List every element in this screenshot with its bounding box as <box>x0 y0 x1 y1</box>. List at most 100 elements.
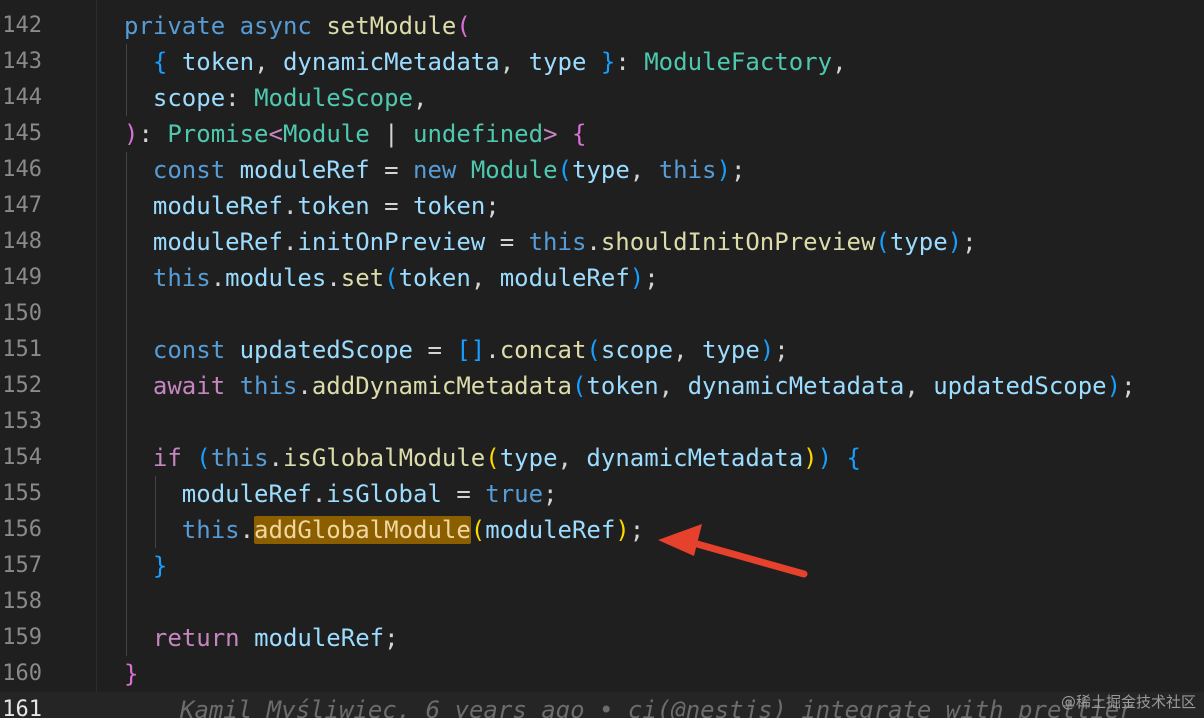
code-line[interactable]: 153 <box>0 404 1204 440</box>
code-line[interactable]: 155 moduleRef.isGlobal = true; <box>0 476 1204 512</box>
code-text[interactable]: return moduleRef; <box>124 620 399 656</box>
code-text[interactable]: } <box>124 656 138 692</box>
code-token: dynamicMetadata <box>586 444 804 472</box>
code-token: new <box>413 156 457 184</box>
code-line[interactable]: 143 { token, dynamicMetadata, type }: Mo… <box>0 44 1204 80</box>
code-token: ; <box>384 624 399 652</box>
code-token: ( <box>875 228 890 256</box>
code-line[interactable]: 151 const updatedScope = [].concat(scope… <box>0 332 1204 368</box>
code-token: } <box>600 48 616 76</box>
code-token: ) <box>803 444 818 472</box>
line-number: 154 <box>2 445 42 470</box>
code-token: moduleRef <box>239 156 370 184</box>
code-line[interactable]: 158 <box>0 584 1204 620</box>
code-token: ; <box>543 480 558 508</box>
code-text[interactable]: } <box>124 548 167 584</box>
code-token: ( <box>470 516 486 544</box>
code-token: = <box>441 480 486 508</box>
code-text[interactable]: private async setModule( <box>124 8 471 44</box>
code-line[interactable]: 157 } <box>0 548 1204 584</box>
code-text[interactable]: await this.addDynamicMetadata(token, dyn… <box>124 368 1136 404</box>
code-token: [] <box>456 336 486 364</box>
indent-guide <box>154 476 156 548</box>
code-token: ) <box>615 516 630 544</box>
code-token: } <box>124 660 139 688</box>
code-token: token <box>297 192 370 220</box>
code-line[interactable]: 160} <box>0 656 1204 692</box>
line-number: 143 <box>2 49 42 74</box>
line-number: 151 <box>2 337 42 362</box>
code-text[interactable]: this.modules.set(token, moduleRef); <box>124 260 659 296</box>
code-token: , <box>832 48 847 76</box>
code-token: moduleRef <box>499 264 630 292</box>
code-line[interactable]: 147 moduleRef.token = token; <box>0 188 1204 224</box>
code-token: { <box>846 444 861 472</box>
code-token: ) <box>124 120 139 148</box>
code-line[interactable]: 145): Promise<Module | undefined> { <box>0 116 1204 152</box>
code-token: ( <box>196 444 211 472</box>
code-token: , <box>499 48 529 76</box>
code-token: isGlobal <box>326 480 442 508</box>
code-line[interactable]: 142 private async setModule( <box>0 8 1204 44</box>
code-token: ; <box>730 156 746 184</box>
code-line[interactable]: 150 <box>0 296 1204 332</box>
code-line[interactable]: 148 moduleRef.initOnPreview = this.shoul… <box>0 224 1204 260</box>
code-token: , <box>470 264 500 292</box>
code-line[interactable]: 144 scope: ModuleScope, <box>0 80 1204 116</box>
code-token: . <box>326 264 341 292</box>
code-line[interactable]: 161 Kamil Myśliwiec, 6 years ago • ci(@ne… <box>0 692 1204 718</box>
code-token: isGlobalModule <box>282 444 486 472</box>
code-text[interactable]: moduleRef.isGlobal = true; <box>124 476 558 512</box>
code-token: setModule <box>326 12 457 40</box>
code-token: : <box>225 84 255 112</box>
code-token: initOnPreview <box>297 228 486 256</box>
code-text[interactable]: { token, dynamicMetadata, type }: Module… <box>124 44 847 80</box>
code-token: = <box>369 192 414 220</box>
code-text[interactable]: const moduleRef = new Module(type, this)… <box>124 152 745 188</box>
code-token: Promise <box>167 120 269 148</box>
code-token: modules <box>225 264 327 292</box>
code-token: type <box>889 228 948 256</box>
code-token: , <box>254 48 283 76</box>
code-line[interactable]: 149 this.modules.set(token, moduleRef); <box>0 260 1204 296</box>
code-text[interactable]: ): Promise<Module | undefined> { <box>124 116 586 152</box>
code-token: addDynamicMetadata <box>311 372 572 400</box>
code-token: , <box>658 372 688 400</box>
code-editor[interactable]: 142 private async setModule(143 { token, … <box>0 0 1204 718</box>
code-text[interactable]: moduleRef.token = token; <box>124 188 500 224</box>
code-token: token <box>181 48 255 76</box>
code-token: scope <box>600 336 674 364</box>
code-text[interactable]: this.addGlobalModule(moduleRef); <box>124 512 644 548</box>
code-line[interactable]: 159 return moduleRef; <box>0 620 1204 656</box>
code-text[interactable]: scope: ModuleScope, <box>124 80 428 116</box>
code-token: moduleRef <box>485 516 616 544</box>
code-token: : <box>615 48 645 76</box>
code-token: async <box>239 12 312 40</box>
code-text[interactable]: if (this.isGlobalModule(type, dynamicMet… <box>124 440 861 476</box>
code-line[interactable]: 154 if (this.isGlobalModule(type, dynami… <box>0 440 1204 476</box>
code-text[interactable]: moduleRef.initOnPreview = this.shouldIni… <box>124 224 977 260</box>
code-line[interactable]: 156 this.addGlobalModule(moduleRef); <box>0 512 1204 548</box>
line-number: 153 <box>2 409 42 434</box>
code-token: true <box>485 480 544 508</box>
code-line[interactable]: 152 await this.addDynamicMetadata(token,… <box>0 368 1204 404</box>
line-number: 142 <box>2 13 42 38</box>
code-token: this <box>239 372 298 400</box>
code-line[interactable]: 146 const moduleRef = new Module(type, t… <box>0 152 1204 188</box>
code-token: . <box>282 228 298 256</box>
code-token: ( <box>586 336 601 364</box>
code-text[interactable]: const updatedScope = [].concat(scope, ty… <box>124 332 789 368</box>
code-token: . <box>485 336 500 364</box>
